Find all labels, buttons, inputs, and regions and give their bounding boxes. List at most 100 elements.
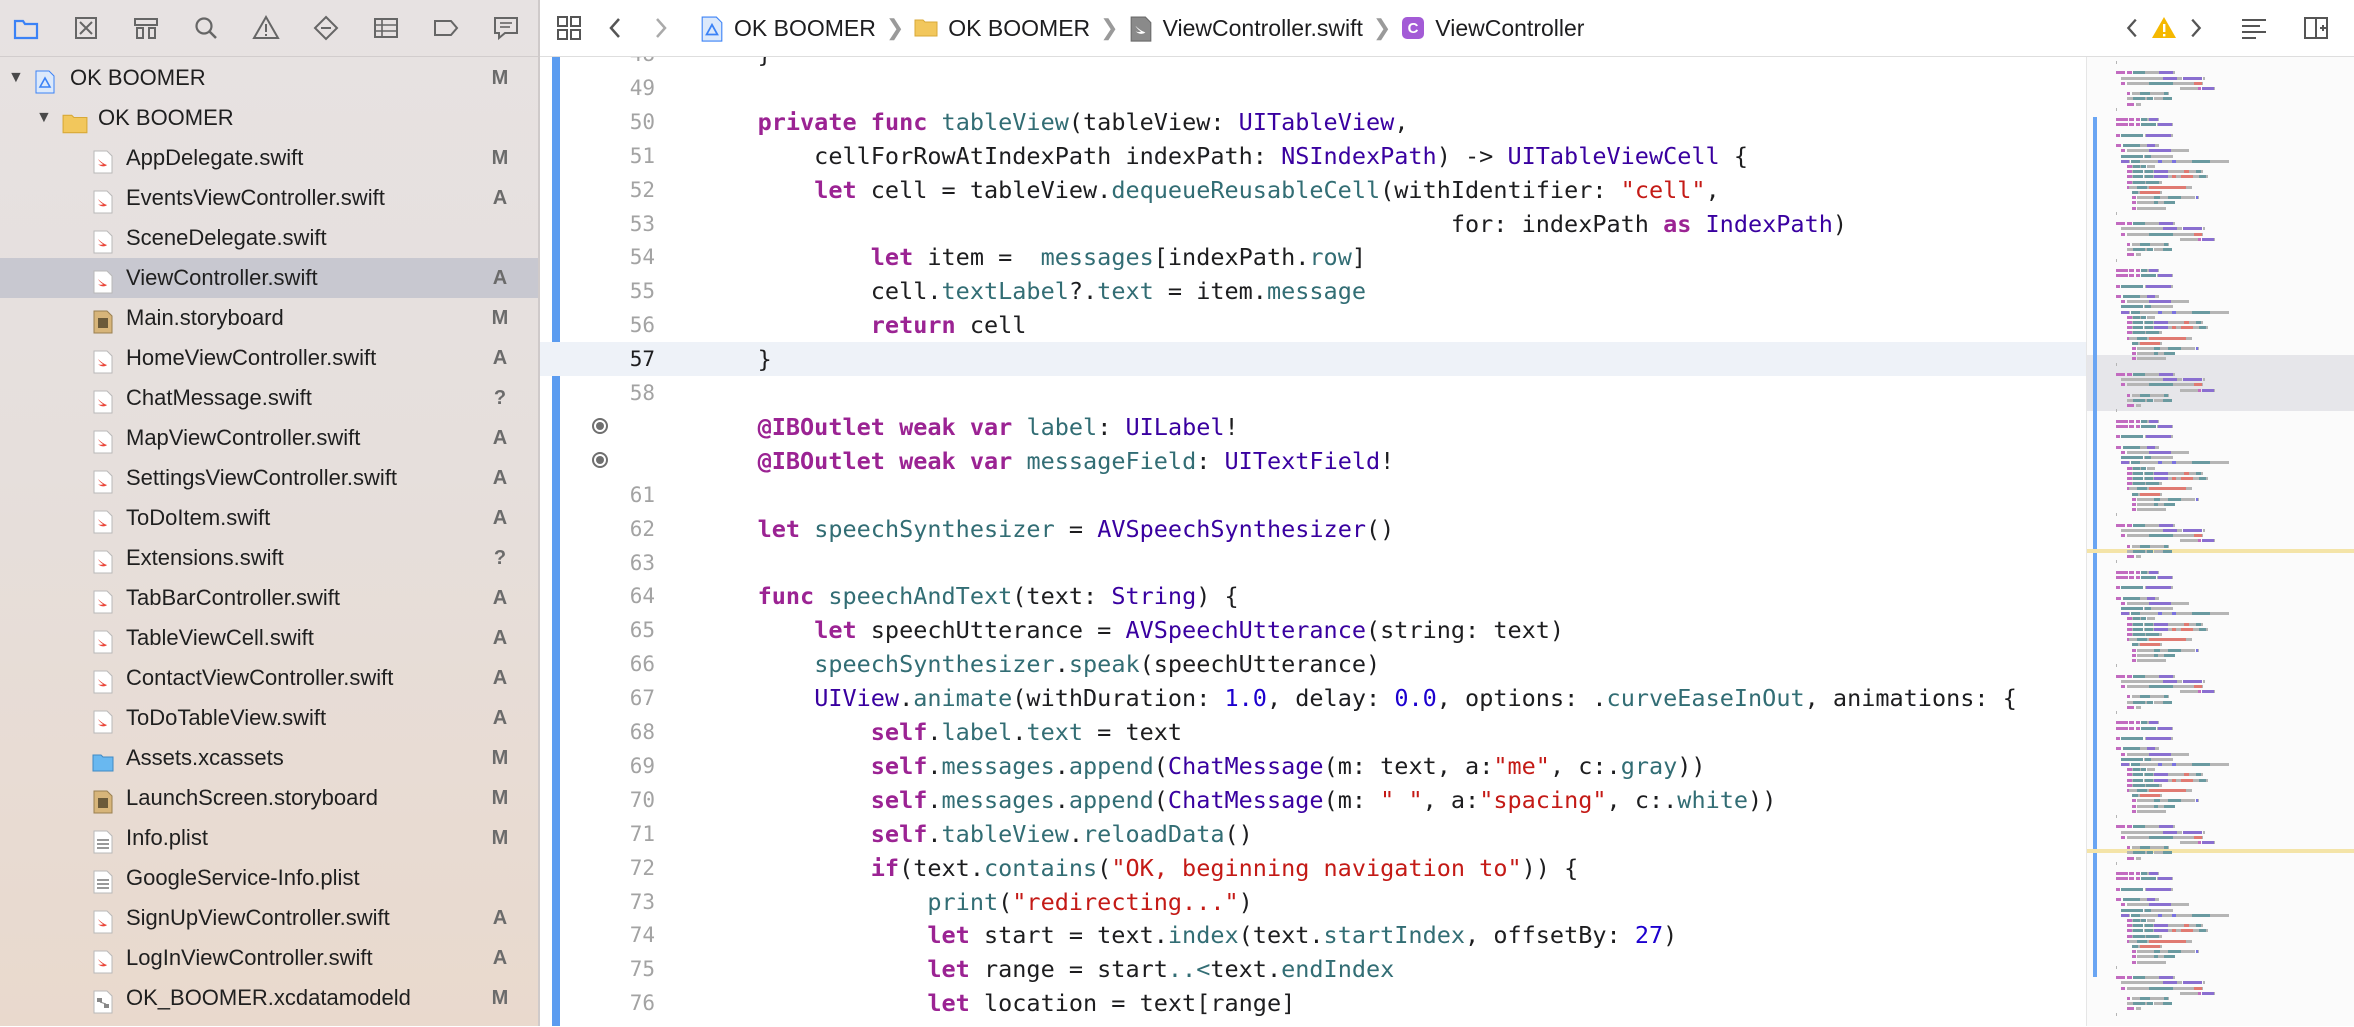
- code-line[interactable]: 58: [540, 376, 2086, 410]
- file-row[interactable]: ToDoItem.swift A: [0, 498, 538, 538]
- folder-icon[interactable]: [10, 12, 42, 44]
- code-line[interactable]: 49: [540, 71, 2086, 105]
- next-issue-icon[interactable]: [2182, 12, 2208, 44]
- back-icon[interactable]: [600, 12, 632, 44]
- file-row[interactable]: SceneDelegate.swift: [0, 218, 538, 258]
- outlet-connection-icon[interactable]: [592, 451, 608, 468]
- source-control-status-badge: A: [492, 467, 508, 489]
- line-number: 67: [629, 686, 655, 711]
- file-row[interactable]: LogInViewController.swift A: [0, 938, 538, 978]
- swift-file-icon: [92, 507, 114, 534]
- disclosure-triangle-icon[interactable]: ▼: [36, 98, 52, 138]
- file-row[interactable]: MapViewController.swift A: [0, 418, 538, 458]
- file-row[interactable]: Main.storyboard M: [0, 298, 538, 338]
- code-line[interactable]: 69 self.messages.append(ChatMessage(m: t…: [540, 749, 2086, 783]
- file-row[interactable]: GoogleService-Info.plist: [0, 858, 538, 898]
- code-line[interactable]: 73 print("redirecting..."): [540, 885, 2086, 919]
- find-icon[interactable]: [190, 12, 222, 44]
- code-token: .: [927, 718, 942, 746]
- code-token: }: [701, 57, 772, 68]
- breakpoint-nav-icon[interactable]: [430, 12, 462, 44]
- group-row[interactable]: ▼ OK BOOMER: [0, 98, 538, 138]
- line-number: 50: [629, 109, 655, 134]
- breadcrumb-item[interactable]: ViewController.swift: [1129, 15, 1363, 42]
- file-row[interactable]: SignUpViewController.swift A: [0, 898, 538, 938]
- file-row[interactable]: ToDoTableView.swift A: [0, 698, 538, 738]
- split-editor-icon[interactable]: [2300, 12, 2332, 44]
- code-line[interactable]: 75 let range = start..<text.endIndex: [540, 952, 2086, 986]
- source-control-status-badge: A: [492, 627, 508, 649]
- code-line[interactable]: 50 private func tableView(tableView: UIT…: [540, 105, 2086, 139]
- warning-icon[interactable]: [2150, 12, 2178, 44]
- code-line[interactable]: @IBOutlet weak var messageField: UITextF…: [540, 444, 2086, 478]
- code-line[interactable]: 56 return cell: [540, 308, 2086, 342]
- code-line[interactable]: 63: [540, 546, 2086, 580]
- file-row[interactable]: AppDelegate.swift M: [0, 138, 538, 178]
- forward-icon[interactable]: [644, 12, 676, 44]
- code-line[interactable]: 53 for: indexPath as IndexPath): [540, 207, 2086, 241]
- file-row[interactable]: HomeViewController.swift A: [0, 338, 538, 378]
- code-line[interactable]: 71 self.tableView.reloadData(): [540, 817, 2086, 851]
- code-token: label: [941, 718, 1013, 746]
- file-row[interactable]: SettingsViewController.swift A: [0, 458, 538, 498]
- code-line[interactable]: 72 if(text.contains("OK, beginning navig…: [540, 851, 2086, 885]
- breadcrumb-item[interactable]: OK BOOMER: [914, 15, 1090, 42]
- file-row[interactable]: TabBarController.swift A: [0, 578, 538, 618]
- file-row[interactable]: ContactViewController.swift A: [0, 658, 538, 698]
- code-text: self.messages.append(ChatMessage(m: text…: [701, 749, 1706, 783]
- report-icon[interactable]: [490, 12, 522, 44]
- code-line[interactable]: 57 }: [540, 342, 2086, 377]
- code-line[interactable]: 67 UIView.animate(withDuration: 1.0, del…: [540, 681, 2086, 715]
- code-line[interactable]: 68 self.label.text = text: [540, 715, 2086, 749]
- swift-file-icon: [92, 347, 114, 374]
- test-icon[interactable]: [310, 12, 342, 44]
- project-icon: [700, 16, 724, 42]
- file-row[interactable]: ViewController.swift A: [0, 258, 538, 298]
- code-line[interactable]: 55 cell.textLabel?.text = item.message: [540, 274, 2086, 308]
- file-row[interactable]: TableViewCell.swift A: [0, 618, 538, 658]
- code-line[interactable]: 54 let item = messages[indexPath.row]: [540, 240, 2086, 274]
- code-token: endIndex: [1281, 955, 1395, 984]
- code-line[interactable]: 61: [540, 478, 2086, 512]
- breadcrumb-item[interactable]: C ViewController: [1401, 15, 1584, 42]
- code-token: @IBOutlet: [757, 446, 885, 475]
- file-name: Extensions.swift: [126, 545, 284, 570]
- editor-options-icon[interactable]: [2236, 12, 2272, 44]
- code-line[interactable]: 64 func speechAndText(text: String) {: [540, 579, 2086, 613]
- symbol-icon[interactable]: [130, 12, 162, 44]
- issue-icon[interactable]: [250, 12, 282, 44]
- code-line[interactable]: 66 speechSynthesizer.speak(speechUtteran…: [540, 647, 2086, 681]
- code-line[interactable]: 70 self.messages.append(ChatMessage(m: "…: [540, 783, 2086, 817]
- code-line[interactable]: 51 cellForRowAtIndexPath indexPath: NSIn…: [540, 139, 2086, 173]
- file-row[interactable]: ChatMessage.swift?: [0, 378, 538, 418]
- file-row[interactable]: OK_BOOMER.xcdatamodeld M: [0, 978, 538, 1018]
- code-token: private: [757, 107, 857, 136]
- minimap[interactable]: [2086, 57, 2354, 1026]
- outlet-connection-icon[interactable]: [592, 417, 608, 434]
- code-line[interactable]: 48 }: [540, 57, 2086, 71]
- file-row[interactable]: Assets.xcassets M: [0, 738, 538, 778]
- code-text: cell.textLabel?.text = item.message: [701, 274, 1366, 308]
- code-line[interactable]: 62 let speechSynthesizer = AVSpeechSynth…: [540, 512, 2086, 546]
- file-row[interactable]: Extensions.swift?: [0, 538, 538, 578]
- code-line[interactable]: @IBOutlet weak var label: UILabel!: [540, 410, 2086, 444]
- disclosure-triangle-icon[interactable]: ▼: [8, 58, 24, 98]
- code-line[interactable]: 65 let speechUtterance = AVSpeechUtteran…: [540, 613, 2086, 647]
- folder-file-icon: [62, 108, 88, 134]
- code-line[interactable]: 52 let cell = tableView.dequeueReusableC…: [540, 173, 2086, 207]
- file-row[interactable]: Info.plist M: [0, 818, 538, 858]
- source-control-status-badge: M: [491, 987, 509, 1009]
- file-row[interactable]: LaunchScreen.storyboard M: [0, 778, 538, 818]
- project-row[interactable]: ▼ OK BOOMER M: [0, 58, 538, 98]
- code-token: white: [1677, 785, 1749, 814]
- file-row[interactable]: EventsViewController.swift A: [0, 178, 538, 218]
- related-items-icon[interactable]: [552, 12, 586, 44]
- source-control-icon[interactable]: [70, 12, 102, 44]
- breadcrumb-item[interactable]: OK BOOMER: [700, 15, 876, 42]
- debug-icon[interactable]: [370, 12, 402, 44]
- code-line[interactable]: 76 let location = text[range]: [540, 986, 2086, 1020]
- previous-issue-icon[interactable]: [2120, 12, 2146, 44]
- source-editor[interactable]: 48 }4950 private func tableView(tableVie…: [540, 57, 2086, 1026]
- code-line[interactable]: 74 let start = text.index(text.startInde…: [540, 918, 2086, 952]
